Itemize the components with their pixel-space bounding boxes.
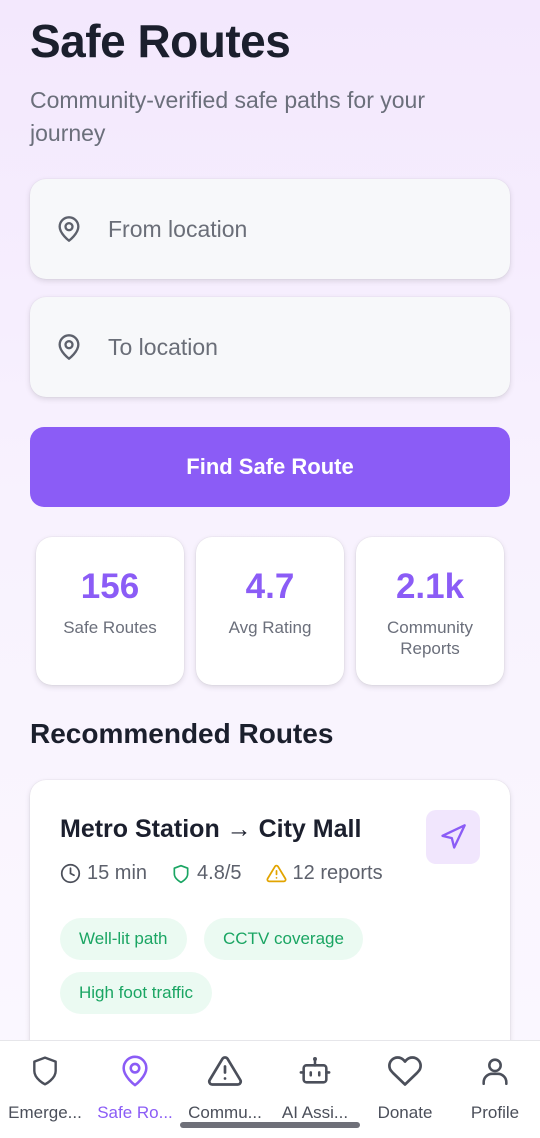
- navigate-button[interactable]: [426, 810, 480, 864]
- nav-label: AI Assi...: [281, 1103, 349, 1122]
- user-icon: [478, 1051, 512, 1091]
- route-rating: 4.8/5: [171, 862, 242, 885]
- page-subtitle: Community-verified safe paths for your j…: [30, 87, 425, 146]
- route-duration-text: 15 min: [87, 862, 148, 884]
- stat-card-safe-routes: 156 Safe Routes: [36, 537, 184, 685]
- map-pin-icon: [118, 1051, 152, 1091]
- stat-label: Safe Routes: [63, 618, 157, 637]
- nav-label: Safe Ro...: [97, 1103, 173, 1122]
- warning-icon: [207, 1051, 243, 1091]
- nav-item-community[interactable]: Commu...: [180, 1051, 270, 1123]
- navigation-arrow-icon: [439, 823, 467, 851]
- route-tag: CCTV coverage: [204, 918, 363, 960]
- route-duration: 15 min: [60, 862, 147, 885]
- from-location-input[interactable]: From location: [30, 179, 510, 279]
- nav-label: Donate: [377, 1103, 433, 1122]
- warning-icon: [266, 863, 293, 884]
- nav-label: Emerge...: [8, 1103, 82, 1122]
- route-name: Metro Station → City Mall: [60, 815, 362, 843]
- route-tag: Well-lit path: [60, 918, 187, 960]
- stat-value: 2.1k: [395, 567, 465, 606]
- nav-item-ai-assistant[interactable]: AI Assi...: [270, 1051, 360, 1123]
- to-location-input[interactable]: To location: [30, 297, 510, 397]
- heart-icon: [387, 1051, 423, 1091]
- stat-value: 156: [80, 567, 140, 606]
- route-rating-text: 4.8/5: [197, 862, 242, 884]
- nav-item-profile[interactable]: Profile: [450, 1051, 540, 1123]
- shield-icon: [171, 864, 197, 884]
- home-indicator[interactable]: [180, 1122, 360, 1128]
- nav-item-safe-routes[interactable]: Safe Ro...: [90, 1051, 180, 1123]
- shield-icon: [29, 1051, 61, 1091]
- stat-value: 4.7: [245, 567, 295, 606]
- nav-label: Profile: [470, 1103, 520, 1122]
- route-reports: 12 reports: [266, 862, 383, 885]
- route-reports-text: 12 reports: [292, 862, 383, 884]
- stat-label: Community Reports: [387, 618, 473, 658]
- route-tag: High foot traffic: [60, 972, 213, 1014]
- page-title: Safe Routes: [30, 15, 291, 67]
- nav-item-donate[interactable]: Donate: [360, 1051, 450, 1123]
- find-safe-route-button[interactable]: Find Safe Route: [30, 427, 510, 507]
- route-meta: 15 min 4.8/5 12 reports: [60, 862, 407, 885]
- stat-card-community-reports: 2.1k Community Reports: [356, 537, 504, 685]
- from-location-placeholder: From location: [108, 215, 248, 242]
- robot-icon: [298, 1051, 332, 1091]
- map-pin-icon: [55, 215, 83, 243]
- stat-label: Avg Rating: [228, 618, 312, 637]
- nav-label: Commu...: [188, 1103, 262, 1122]
- to-location-placeholder: To location: [108, 333, 218, 360]
- route-card[interactable]: Metro Station → City Mall 15 min 4.8/5 1…: [30, 780, 510, 1080]
- recommended-routes-heading: Recommended Routes: [30, 718, 334, 749]
- map-pin-icon: [55, 333, 83, 361]
- stat-card-avg-rating: 4.7 Avg Rating: [196, 537, 344, 685]
- nav-item-emergency[interactable]: Emerge...: [0, 1051, 90, 1123]
- clock-icon: [60, 863, 87, 884]
